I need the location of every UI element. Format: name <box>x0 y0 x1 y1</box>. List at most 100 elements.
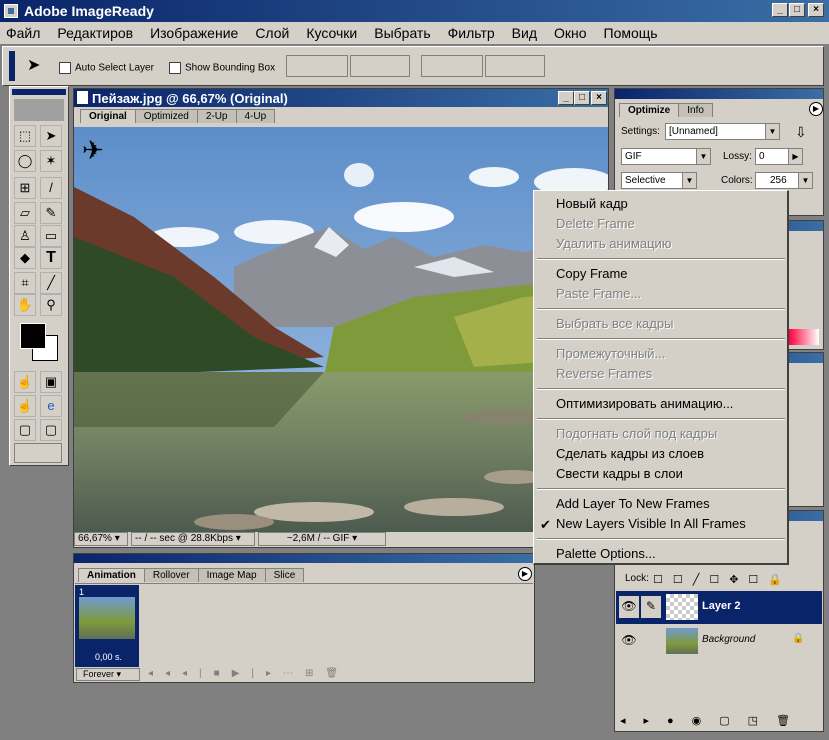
loop-dropdown[interactable]: Forever ▾ <box>76 668 140 681</box>
context-menu-item[interactable]: Оптимизировать анимацию... <box>556 394 733 414</box>
lossy-field[interactable]: 0 ▶ <box>755 148 803 165</box>
optimize-menu-icon[interactable]: ▶ <box>809 102 823 116</box>
context-menu-item[interactable]: Сделать кадры из слоев <box>556 444 704 464</box>
menu-layer[interactable]: Слой <box>255 25 289 41</box>
tab-optimize[interactable]: Optimize <box>619 103 680 117</box>
menu-help[interactable]: Помощь <box>604 25 658 41</box>
layer-name: Layer 2 <box>702 600 741 612</box>
menu-separator <box>537 308 785 310</box>
context-menu-item[interactable]: Новый кадр <box>556 194 628 214</box>
jump-to-photoshop-icon[interactable] <box>14 443 62 463</box>
browser-preview-icon[interactable]: e <box>40 395 62 417</box>
move-tool-icon[interactable]: ➤ <box>27 55 40 75</box>
context-menu-item[interactable]: New Layers Visible In All Frames <box>556 514 746 534</box>
layer-row-background[interactable]: 👁 Background 🔒 <box>616 625 822 658</box>
menu-slices[interactable]: Кусочки <box>306 25 357 41</box>
close-button[interactable]: × <box>808 3 824 17</box>
eyedropper-color-icon[interactable]: ╱ <box>40 272 62 294</box>
crop-tool-icon[interactable]: ⌗ <box>14 272 36 294</box>
menu-image[interactable]: Изображение <box>150 25 238 41</box>
stamp-tool-icon[interactable]: ♙ <box>14 225 36 247</box>
slice-tool-icon[interactable]: ⊞ <box>14 177 36 199</box>
layers-bottom-toolbar[interactable]: ◂▸●◉▢◳🗑 <box>616 714 822 730</box>
frame-delay[interactable]: 0,00 s. <box>95 652 122 662</box>
landscape-image[interactable] <box>74 127 608 532</box>
tab-slice[interactable]: Slice <box>264 568 305 582</box>
screen-mode-icon[interactable]: ▢ <box>14 419 36 441</box>
optimize-cursor-icon: ✈ <box>82 135 104 165</box>
hide-slices-icon[interactable]: ☝ <box>14 371 36 393</box>
eye-icon[interactable]: 👁 <box>619 630 639 652</box>
context-menu-item[interactable]: Свести кадры в слои <box>556 464 683 484</box>
settings-dropdown[interactable]: [Unnamed] ▼ <box>665 123 780 140</box>
brush-tool-icon[interactable]: ✎ <box>40 202 62 224</box>
tab-original[interactable]: Original <box>80 109 136 123</box>
foreground-color-swatch-top <box>20 323 46 349</box>
menu-window[interactable]: Окно <box>554 25 587 41</box>
hand-tool-icon[interactable]: ✋ <box>14 294 36 316</box>
lock-options[interactable]: ☐☐╱☐✥☐🔒 <box>653 573 792 586</box>
tab-image-map[interactable]: Image Map <box>197 568 266 582</box>
document-window: Пейзаж.jpg @ 66,67% (Original) _ □ × Ori… <box>73 88 609 548</box>
animation-tabs: Animation Rollover Image Map Slice <box>78 568 305 582</box>
zoom-dropdown[interactable]: 66,67% ▾ <box>74 532 128 546</box>
align-buttons-group-2[interactable] <box>350 55 410 77</box>
show-bbox-checkbox[interactable]: Show Bounding Box <box>169 60 275 74</box>
maximize-button[interactable]: □ <box>789 3 805 17</box>
bucket-tool-icon[interactable]: ◆ <box>14 247 36 269</box>
auto-select-checkbox[interactable]: Auto Select Layer <box>59 60 154 74</box>
minimize-button[interactable]: _ <box>772 3 788 17</box>
animation-title-bar <box>74 554 534 563</box>
options-grip[interactable] <box>9 51 15 81</box>
type-tool-icon[interactable]: T <box>40 247 62 269</box>
context-menu-item[interactable]: Copy Frame <box>556 264 628 284</box>
tab-optimized[interactable]: Optimized <box>134 109 198 123</box>
menu-filter[interactable]: Фильтр <box>448 25 495 41</box>
rollover-preview-icon[interactable]: ☝ <box>14 395 36 417</box>
menu-select[interactable]: Выбрать <box>374 25 430 41</box>
imageready-logo[interactable] <box>14 99 64 121</box>
menu-edit[interactable]: Редактиров <box>57 25 133 41</box>
context-menu-item: Подогнать слой под кадры <box>556 426 718 441</box>
menu-view[interactable]: Вид <box>512 25 537 41</box>
show-slices-icon[interactable]: ▣ <box>40 371 62 393</box>
zoom-tool-icon[interactable]: ⚲ <box>40 294 62 316</box>
optimize-options-icon[interactable]: ⇩ <box>795 124 807 141</box>
tab-2up[interactable]: 2-Up <box>196 109 237 123</box>
document-status-bar: 66,67% ▾ -- / -- sec @ 28.8Kbps ▾ ~2,6M … <box>74 531 608 547</box>
color-ramp[interactable] <box>789 329 819 345</box>
file-size-field[interactable]: ~2,6M / -- GIF ▾ <box>258 532 386 546</box>
document-icon <box>77 91 88 104</box>
frame-1[interactable]: 1 0,00 s. <box>75 585 139 667</box>
layer-row-layer-2[interactable]: 👁 ✎ Layer 2 <box>616 591 822 624</box>
doc-close-button[interactable]: × <box>591 91 607 105</box>
menu-file[interactable]: Файл <box>6 25 40 41</box>
doc-maximize-button[interactable]: □ <box>574 91 590 105</box>
palette-dropdown[interactable]: Selective ▼ <box>621 172 697 189</box>
tab-info[interactable]: Info <box>678 103 713 117</box>
eraser-tool-icon[interactable]: ▱ <box>14 202 36 224</box>
align-buttons-group[interactable] <box>286 55 348 77</box>
move-tool-icon[interactable]: ➤ <box>40 125 62 147</box>
magic-wand-icon[interactable]: ✶ <box>40 150 62 172</box>
screen-mode-full-icon[interactable]: ▢ <box>40 419 62 441</box>
eye-icon[interactable]: 👁 <box>619 596 639 618</box>
marquee-tool-icon[interactable]: ⬚ <box>14 125 36 147</box>
distribute-buttons-group[interactable] <box>421 55 483 77</box>
tab-4up[interactable]: 4-Up <box>235 109 276 123</box>
rectangle-tool-icon[interactable]: ▭ <box>40 225 62 247</box>
animation-menu-icon[interactable]: ▶ <box>518 567 532 581</box>
doc-minimize-button[interactable]: _ <box>558 91 574 105</box>
context-menu-item[interactable]: Palette Options... <box>556 544 656 564</box>
context-menu-item[interactable]: Add Layer To New Frames <box>556 494 710 514</box>
lasso-tool-icon[interactable]: ◯ <box>14 150 36 172</box>
format-dropdown[interactable]: GIF ▼ <box>621 148 711 165</box>
download-time-field[interactable]: -- / -- sec @ 28.8Kbps ▾ <box>131 532 255 546</box>
lossy-label: Lossy: <box>723 151 752 162</box>
tab-rollover[interactable]: Rollover <box>143 568 199 582</box>
playback-controls[interactable]: ◂◂◂|■▶|▸⋯⊞🗑 <box>148 668 350 679</box>
tab-animation[interactable]: Animation <box>78 568 145 582</box>
colors-field[interactable]: 256 ▼ <box>755 172 813 189</box>
eyedropper-tool-icon[interactable]: / <box>40 177 62 199</box>
distribute-buttons-group-2[interactable] <box>485 55 545 77</box>
